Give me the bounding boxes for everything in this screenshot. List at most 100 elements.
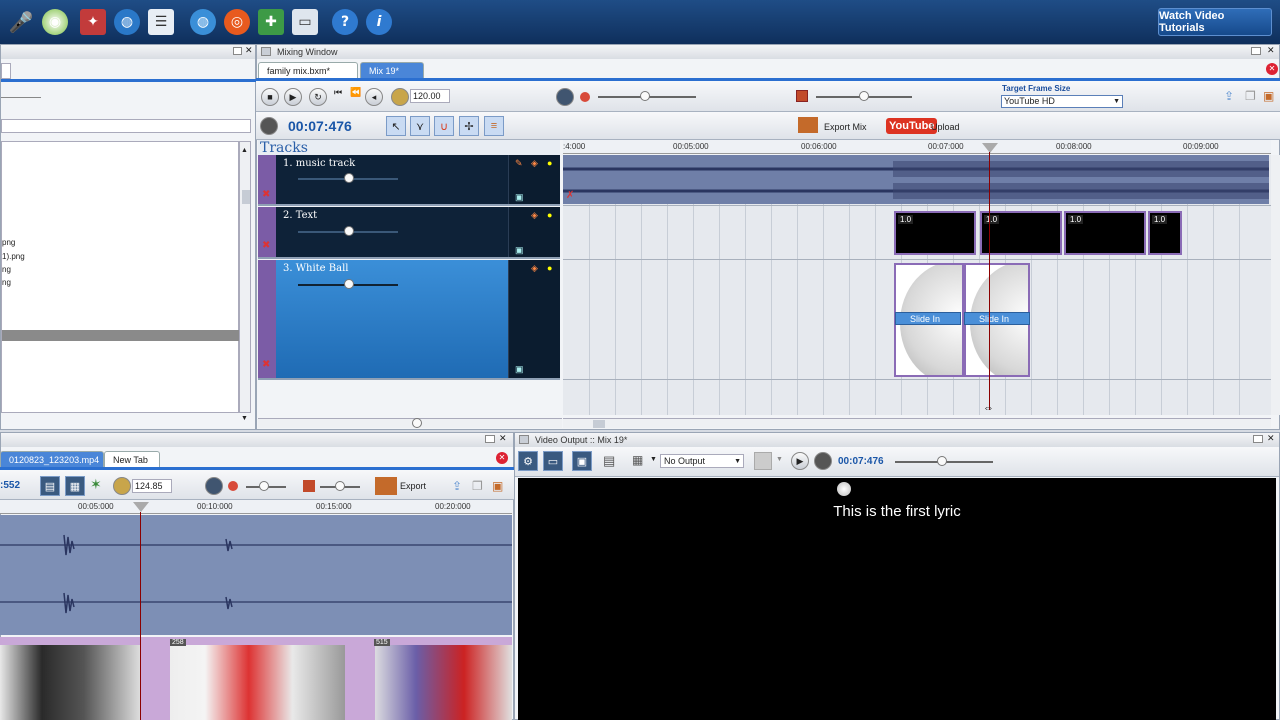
snapshot-icon[interactable]: ▦ [65,476,85,496]
vertical-scrollbar[interactable] [1271,155,1280,415]
pointer-tool-icon[interactable]: ✢ [459,116,479,136]
zoom-slider-knob[interactable] [335,481,345,491]
speed-field[interactable]: 124.85 [132,479,172,493]
tab-mix-19[interactable]: Mix 19* [360,62,424,78]
camera-icon[interactable]: ▤ [603,453,615,469]
fade-icon[interactable]: ✗ [566,190,574,201]
export-button[interactable]: Export [400,481,426,491]
rewind-icon[interactable]: ⏮ [334,87,342,98]
checker-icon[interactable]: ▦ [632,453,643,467]
loop-button[interactable]: ↻ [309,88,327,106]
image-icon[interactable]: ▣ [515,364,524,375]
back-icon[interactable]: ⏪ [350,87,361,98]
web-icon[interactable]: ◍ [190,9,216,35]
upload-button[interactable]: Upload [931,122,960,132]
film-icon[interactable] [796,90,808,102]
track-volume-knob[interactable] [344,279,354,289]
close-tab-icon[interactable]: ✕ [496,452,508,464]
info-icon[interactable]: i [366,9,392,35]
list-item[interactable]: ng [2,265,11,274]
editor-ruler[interactable]: 00:05:000 00:10:000 00:15:000 00:20:000 [0,500,512,514]
import-icon[interactable]: ⇪ [452,479,462,493]
fullscreen-icon[interactable]: ▣ [572,451,592,471]
record-icon[interactable] [580,92,590,102]
close-icon[interactable]: ✕ [1267,433,1275,444]
record-icon[interactable] [228,481,238,491]
select-tool-icon[interactable]: ↖ [386,116,406,136]
scrollbar[interactable] [239,141,251,413]
list-item[interactable]: png [2,238,15,247]
bpm-field[interactable]: 120.00 [410,89,450,103]
slide-in-transition[interactable]: Slide In [895,312,961,325]
monitor-icon[interactable]: ▭ [543,451,563,471]
delete-track-icon[interactable]: ✖ [262,240,270,251]
scrollbar-thumb[interactable] [593,420,605,428]
tab-family-mix[interactable]: family mix.bxm* [258,62,358,78]
volume-slider-knob[interactable] [259,481,269,491]
track-white-ball[interactable]: ✖ 3. White Ball ◈ ● ▣ [258,260,560,380]
maximize-icon[interactable] [233,47,242,55]
scroll-up-icon[interactable]: ▲ [241,147,248,154]
lifebuoy-icon[interactable]: ◎ [224,9,250,35]
lightbulb-icon[interactable]: ● [547,210,552,220]
output-select[interactable]: No Output ▼ [660,454,744,468]
text-clip[interactable]: 1.0 [1148,211,1182,255]
volume-slider-knob[interactable] [640,91,650,101]
monitor-icon[interactable]: ▭ [292,9,318,35]
scroll-down-icon[interactable]: ▼ [241,415,248,422]
import-icon[interactable]: ⇪ [1224,89,1234,103]
effects-icon[interactable]: ◈ [531,263,538,274]
tab-video-file[interactable]: 0120823_123203.mp4 [0,451,104,467]
delete-track-icon[interactable]: ✖ [262,189,270,200]
list-tool-icon[interactable]: ≡ [484,116,504,136]
scrollbar-thumb[interactable] [242,190,250,204]
export-mix-button[interactable]: Export Mix [824,122,867,132]
lightbulb-icon[interactable]: ● [547,158,552,168]
image-icon[interactable]: ▣ [515,245,524,256]
microphone-icon[interactable]: 🎤 [8,9,34,35]
video-preview[interactable]: This is the first lyric [518,478,1276,720]
editor-audio-clip[interactable] [0,515,512,635]
maximize-icon[interactable] [1253,435,1263,443]
track-scrollbar[interactable] [258,418,562,428]
speed-knob-icon[interactable] [113,477,131,495]
video-frames-strip[interactable]: 258 515 [0,637,512,720]
copy-icon[interactable]: ❐ [472,479,483,493]
cd-icon[interactable]: ◉ [42,9,68,35]
image-icon[interactable]: ▣ [515,192,524,203]
split-tool-icon[interactable]: ⋎ [410,116,430,136]
export-mix-icon[interactable] [798,117,818,133]
audio-clip[interactable] [563,155,1269,204]
effects-icon[interactable]: ◈ [531,158,538,169]
chevron-down-icon[interactable]: ▼ [650,456,657,463]
maximize-icon[interactable] [1251,47,1261,55]
list-item-selected[interactable] [2,330,240,341]
playhead-marker[interactable] [133,502,149,512]
track-volume-knob[interactable] [344,226,354,236]
record-button[interactable]: ◂ [365,88,383,106]
stop-button[interactable]: ■ [261,88,279,106]
effects-icon[interactable]: ✦ [80,9,106,35]
puzzle-icon[interactable]: ✚ [258,9,284,35]
tempo-knob-icon[interactable] [391,88,409,106]
youtube-logo[interactable]: YouTube [886,118,938,134]
playhead-line[interactable] [989,152,990,410]
settings-icon[interactable]: ⚙ [518,451,538,471]
play-button[interactable]: ▶ [284,88,302,106]
wand-icon[interactable]: ✶ [90,476,102,493]
target-frame-select[interactable]: YouTube HD ▼ [1001,95,1123,108]
close-icon[interactable]: ✕ [1267,45,1275,56]
chevron-down-icon[interactable]: ▼ [776,456,783,463]
lightbulb-icon[interactable]: ● [547,263,552,273]
text-clip[interactable]: 1.0 [980,211,1062,255]
save-icon[interactable]: ▣ [1263,89,1274,103]
file-list[interactable]: png 1).png ng ng [1,141,240,413]
track-music[interactable]: ✖ 1. music track ✎ ◈ ● ▣ [258,155,560,206]
volume-knob-icon[interactable] [556,88,574,106]
close-icon[interactable]: ✕ [499,433,507,444]
list-item[interactable]: ng [2,278,11,287]
edit-icon[interactable]: ✎ [515,158,523,169]
play-button[interactable]: ▶ [791,452,809,470]
help-icon[interactable]: ? [332,9,358,35]
timeline-scrollbar[interactable] [563,418,1271,428]
